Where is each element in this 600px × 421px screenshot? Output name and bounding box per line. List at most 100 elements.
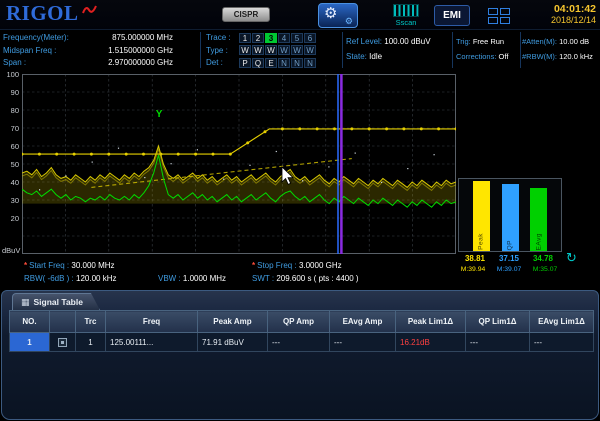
signal-table: NO. Trc Freq Peak Amp QP Amp EAvg Amp Pe… [9, 310, 594, 352]
y-axis-label: 50 [11, 160, 19, 169]
coupled-marker-icon: * [252, 261, 255, 270]
stop-freq: *Stop Freq : 3.0000 GHz [252, 261, 342, 270]
trace-6[interactable]: 6 [304, 33, 316, 43]
time-display: 04:01:42 [551, 3, 596, 15]
meter-bars-panel: Peak QP EAvg [458, 178, 562, 252]
col-eavg-lim: EAvg Lim1Δ [530, 311, 594, 333]
trace-row: Trace :123456 [206, 32, 340, 45]
swt-info: SWT : 209.600 s ( pts : 4400 ) [252, 274, 359, 283]
meter-value-qp: 37.15 [492, 254, 526, 263]
cell-qp-amp: --- [268, 333, 330, 352]
cell-peak-amp: 71.91 dBuV [198, 333, 268, 352]
trace-5[interactable]: 5 [291, 33, 303, 43]
meter-value-eavg: 34.78 [526, 254, 560, 263]
cell-qp-lim: --- [466, 333, 530, 352]
rbw-info: RBW( -6dB ) : 120.00 kHz [24, 274, 116, 283]
det-1: P [239, 58, 251, 68]
clock: 04:01:42 2018/12/14 [551, 3, 596, 25]
y-axis-label: 20 [11, 214, 19, 223]
cell-peak-lim: 16.21dB [396, 333, 466, 352]
cell-eavg-lim: --- [530, 333, 594, 352]
col-freq: Freq [106, 311, 198, 333]
col-check [50, 311, 76, 333]
meter-values: 38.81 37.15 34.78 [458, 254, 562, 263]
trace-3-active[interactable]: 3 [265, 33, 277, 43]
meter-max-eavg: M:35.07 [527, 266, 563, 273]
signal-table-tab-label: Signal Table [34, 297, 83, 307]
divider [452, 32, 453, 68]
mouse-cursor-icon [281, 166, 295, 186]
spectrum-display: Y [22, 74, 456, 254]
type-1: W [239, 45, 251, 55]
svg-text:Y: Y [156, 109, 163, 120]
window-squares-icon [488, 8, 510, 24]
type-2: W [252, 45, 264, 55]
meter-max-qp: M:39.07 [491, 266, 527, 273]
checkbox-icon[interactable] [58, 338, 67, 347]
trig-row: Trig: Free Run [456, 34, 518, 49]
meter-bar-peak: Peak [473, 181, 490, 251]
span-row: Span : 2.970000000 GHz [3, 57, 173, 70]
rbw-m-row: #RBW(M): 120.0 kHz [522, 49, 599, 64]
col-trc: Trc [76, 311, 106, 333]
type-3: W [265, 45, 277, 55]
state-row: State: Idle [346, 49, 452, 64]
rigol-wave-icon [81, 4, 97, 16]
continuous-sweep-icon: ↻ [566, 250, 577, 266]
cell-check[interactable] [50, 333, 76, 352]
gear-icon: ⚙ [324, 6, 337, 21]
signal-table-row[interactable]: 1 1 125.00111... 71.91 dBuV --- --- 16.2… [10, 333, 594, 352]
sscan-button[interactable]: Sscan [382, 3, 430, 29]
y-axis-label: 60 [11, 142, 19, 151]
trace-4[interactable]: 4 [278, 33, 290, 43]
cell-freq: 125.00111... [106, 333, 198, 352]
det-6: N [304, 58, 316, 68]
y-axis-labels: 1009080706050403020 [0, 0, 20, 260]
y-axis-label: 90 [11, 88, 19, 97]
display-layout-button[interactable] [479, 5, 519, 26]
cell-no[interactable]: 1 [10, 333, 50, 352]
det-3: E [265, 58, 277, 68]
det-5: N [291, 58, 303, 68]
det-2: Q [252, 58, 264, 68]
corrections-row: Corrections: Off [456, 49, 518, 64]
trace-2[interactable]: 2 [252, 33, 264, 43]
level-panel: Ref Level: 100.00 dBuV State: Idle [346, 34, 452, 64]
vbw-info: VBW : 1.0000 MHz [158, 274, 226, 283]
y-axis-unit: dBuV [2, 246, 20, 255]
type-6: W [304, 45, 316, 55]
settings-gear-button[interactable]: ⚙ ⚙ [318, 3, 358, 28]
cell-trc: 1 [76, 333, 106, 352]
table-grid-icon: ▦ [21, 297, 30, 308]
meter-bar-qp-label: QP [507, 240, 514, 250]
signal-table-tab[interactable]: ▦ Signal Table [12, 293, 100, 310]
gear-small-icon: ⚙ [345, 17, 353, 26]
meter-max-peak: M:39.94 [455, 266, 491, 273]
emi-mode-button[interactable]: EMI [434, 5, 470, 26]
y-axis-label: 100 [6, 70, 19, 79]
col-no: NO. [10, 311, 50, 333]
col-peak-amp: Peak Amp [198, 311, 268, 333]
trace-1[interactable]: 1 [239, 33, 251, 43]
meter-value-peak: 38.81 [458, 254, 492, 263]
signal-table-header: NO. Trc Freq Peak Amp QP Amp EAvg Amp Pe… [10, 311, 594, 333]
col-peak-lim: Peak Lim1Δ [396, 311, 466, 333]
meter-frequency-row: Frequency(Meter): 875.000000 MHz [3, 32, 173, 45]
ref-level-row: Ref Level: 100.00 dBuV [346, 34, 452, 49]
type-row: Type :WWWWWW [206, 45, 340, 58]
meter-bar-peak-label: Peak [478, 233, 485, 250]
date-display: 2018/12/14 [551, 15, 596, 25]
atten-row: #Atten(M): 10.00 dB [522, 34, 599, 49]
trigger-panel: Trig: Free Run Corrections: Off [456, 34, 518, 64]
atten-panel: #Atten(M): 10.00 dB #RBW(M): 120.0 kHz [522, 34, 599, 64]
cispr-button[interactable]: CISPR [222, 7, 270, 22]
top-bar: RIGOL CISPR ⚙ ⚙ Sscan EMI 04:01:42 2018/… [0, 0, 600, 30]
trace-panel: Trace :123456 Type :WWWWWW Det :PQENNN [206, 32, 340, 70]
y-axis-label: 70 [11, 124, 19, 133]
meter-bar-qp: QP [502, 184, 519, 251]
y-axis-label: 80 [11, 106, 19, 115]
y-axis-label: 30 [11, 196, 19, 205]
type-4: W [278, 45, 290, 55]
signal-table-panel: ▦ Signal Table NO. Trc Freq Peak Amp QP … [1, 290, 599, 420]
meter-bar-eavg: EAvg [530, 188, 547, 251]
